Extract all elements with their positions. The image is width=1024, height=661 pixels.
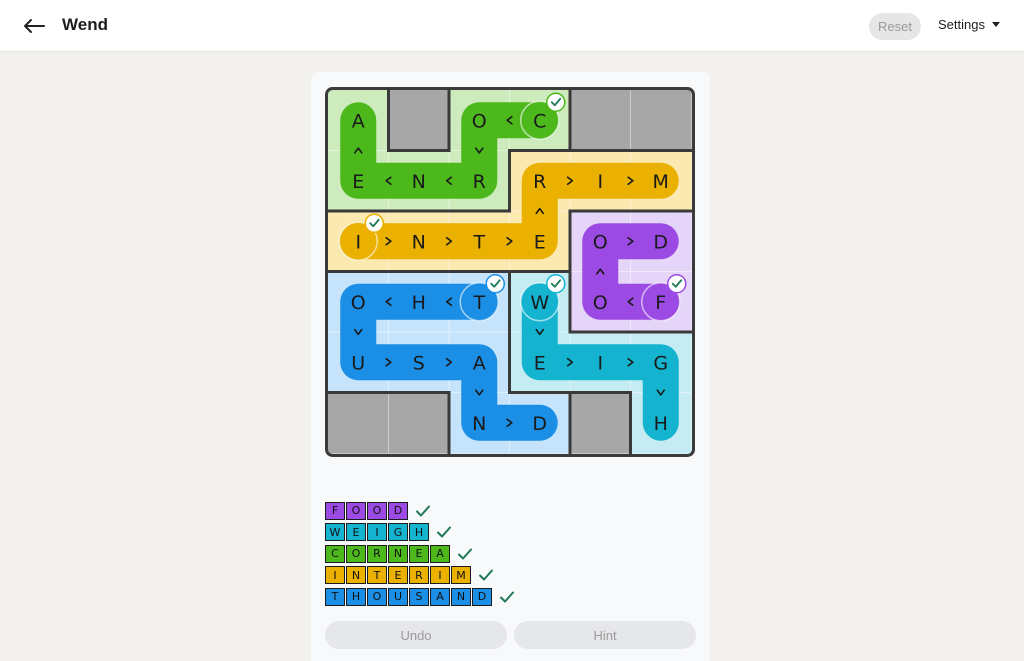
grid-letter: N	[412, 231, 426, 253]
grid-letter: A	[473, 352, 486, 374]
grid-letter: F	[655, 292, 666, 314]
grid-letter: I	[355, 231, 361, 253]
grid-letter: D	[532, 413, 547, 435]
grid-letter: N	[412, 171, 426, 193]
blocked-cell	[570, 90, 632, 152]
letter-tile: A	[430, 544, 450, 563]
letter-tile: F	[325, 501, 345, 520]
letter-tile: O	[367, 501, 387, 520]
check-badge-icon	[667, 274, 687, 294]
found-word-thousand: THOUSAND	[325, 586, 515, 608]
letter-tile: A	[430, 587, 450, 606]
letter-tile: I	[367, 523, 387, 542]
letter-tile: W	[325, 523, 345, 542]
letter-tile: E	[346, 523, 366, 542]
letter-tile: T	[325, 587, 345, 606]
page-title: Wend	[62, 15, 108, 34]
grid-letter: R	[533, 171, 546, 193]
grid-letter: S	[413, 352, 425, 374]
grid-letter: H	[412, 292, 426, 314]
check-badge-icon	[485, 274, 505, 294]
grid-letter: C	[533, 110, 546, 132]
blocked-cell	[328, 392, 390, 454]
grid-letter: D	[653, 231, 668, 253]
reset-button[interactable]: Reset	[869, 13, 921, 40]
letter-tile: E	[409, 544, 429, 563]
found-word-cornea: CORNEA	[325, 543, 515, 565]
grid-letter: W	[530, 292, 549, 314]
check-icon	[458, 548, 472, 560]
letter-tile: T	[367, 566, 387, 585]
grid-letter: R	[473, 171, 486, 193]
letter-tile: D	[472, 587, 492, 606]
letter-tile: N	[388, 544, 408, 563]
grid-letter: O	[593, 292, 608, 314]
grid-letter: O	[593, 231, 608, 253]
letter-tile: U	[388, 587, 408, 606]
found-word-interim: INTERIM	[325, 565, 515, 587]
grid-letter: H	[654, 413, 668, 435]
grid-letter: I	[597, 171, 603, 193]
letter-tile: H	[346, 587, 366, 606]
grid-letter: O	[351, 292, 366, 314]
letter-tile: I	[430, 566, 450, 585]
letter-tile: R	[367, 544, 387, 563]
settings-menu-button[interactable]: Settings	[938, 17, 1000, 32]
blocked-cell	[388, 392, 450, 454]
letter-tile: M	[451, 566, 471, 585]
blocked-cell	[570, 392, 632, 454]
grid-letter: T	[472, 231, 485, 253]
found-word-food: FOOD	[325, 500, 515, 522]
grid-letter: A	[352, 110, 365, 132]
letter-tile: C	[325, 544, 345, 563]
letter-tile: R	[409, 566, 429, 585]
grid-letter: O	[472, 110, 487, 132]
letter-tile: O	[346, 544, 366, 563]
check-badge-icon	[364, 213, 384, 233]
letter-tile: N	[451, 587, 471, 606]
letter-tile: G	[388, 523, 408, 542]
word-grid[interactable]: A O C E N R R I M I N T E O D O H T W O F U S A E I G N D H	[325, 87, 695, 457]
letter-tile: H	[409, 523, 429, 542]
letter-tile: E	[388, 566, 408, 585]
grid-letter: T	[472, 292, 485, 314]
letter-tile: D	[388, 501, 408, 520]
check-icon	[479, 569, 493, 581]
letter-tile: I	[325, 566, 345, 585]
hint-button[interactable]: Hint	[514, 621, 696, 649]
letter-tile: O	[346, 501, 366, 520]
letter-tile: S	[409, 587, 429, 606]
top-bar: Wend Reset Settings	[0, 0, 1024, 52]
blocked-cell	[388, 90, 450, 152]
caret-down-icon	[991, 22, 1000, 27]
back-arrow-icon[interactable]	[20, 12, 48, 40]
grid-letter: E	[534, 352, 546, 374]
grid-letter: U	[351, 352, 365, 374]
grid-letter: M	[653, 171, 669, 193]
found-words-list: FOODWEIGHCORNEAINTERIMTHOUSAND	[325, 500, 515, 608]
check-icon	[437, 526, 451, 538]
letter-tile: O	[367, 587, 387, 606]
check-badge-icon	[546, 274, 566, 294]
blocked-cell	[630, 90, 692, 152]
found-word-weigh: WEIGH	[325, 522, 515, 544]
check-icon	[500, 591, 514, 603]
grid-letter: I	[597, 352, 603, 374]
grid-letter: E	[534, 231, 546, 253]
undo-button[interactable]: Undo	[325, 621, 507, 649]
grid-letter: N	[472, 413, 486, 435]
settings-label: Settings	[938, 17, 985, 32]
grid-letter: G	[653, 352, 668, 374]
check-badge-icon	[546, 92, 566, 112]
grid-letter: E	[352, 171, 364, 193]
letter-tile: N	[346, 566, 366, 585]
check-icon	[416, 505, 430, 517]
